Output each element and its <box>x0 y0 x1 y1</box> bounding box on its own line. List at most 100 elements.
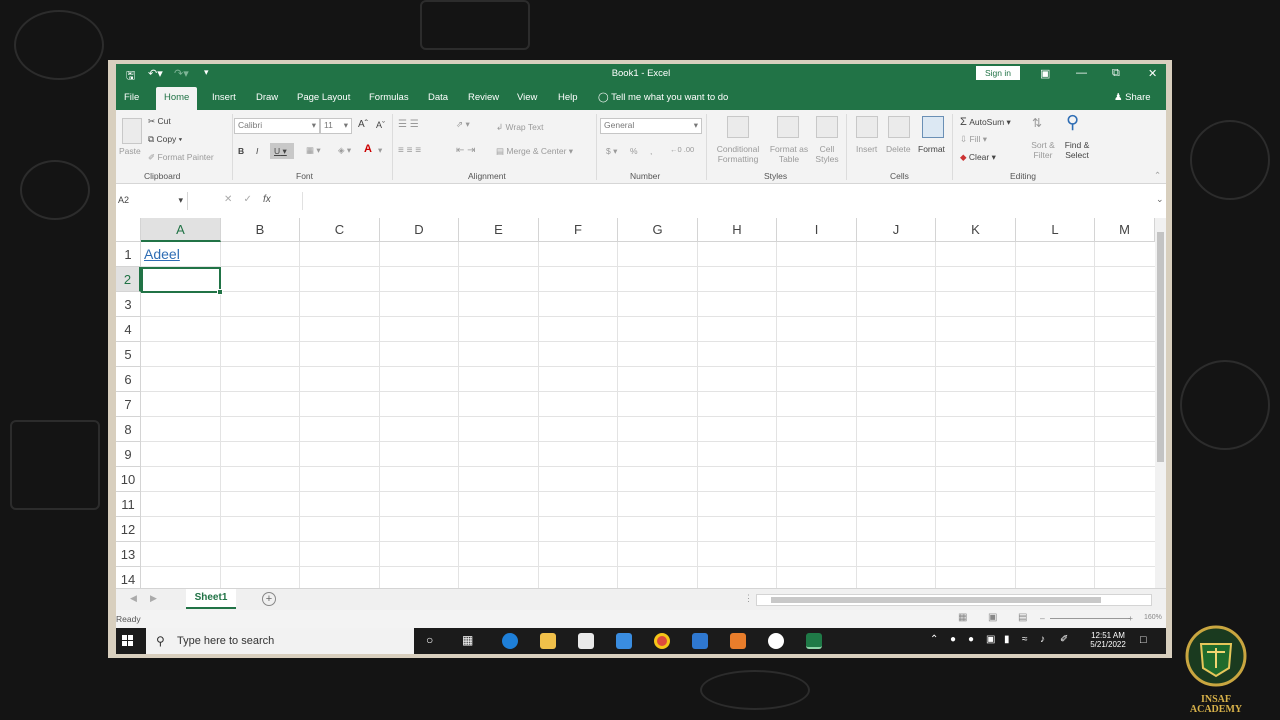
paste-icon[interactable] <box>122 118 142 144</box>
font-name-select[interactable]: Calibri ▾ <box>234 118 320 134</box>
row-header-8[interactable]: 8 <box>116 417 141 442</box>
font-color-dropdown-icon[interactable]: ▾ <box>378 145 382 156</box>
horizontal-scrollbar[interactable] <box>756 594 1152 606</box>
tab-page-layout[interactable]: Page Layout <box>297 92 350 103</box>
tray-icon[interactable]: ▣ <box>986 634 995 645</box>
copy-button[interactable]: ⧉ Copy ▾ <box>148 134 182 145</box>
notifications-icon[interactable]: □ <box>1140 634 1147 646</box>
paste-button[interactable]: Paste <box>119 146 141 156</box>
horizontal-scroll-thumb[interactable] <box>771 597 1101 603</box>
merge-center-button[interactable]: ▤ Merge & Center ▾ <box>496 146 573 157</box>
tab-insert[interactable]: Insert <box>212 92 236 103</box>
column-header-j[interactable]: J <box>857 218 936 242</box>
row-header-9[interactable]: 9 <box>116 442 141 467</box>
fill-handle[interactable] <box>217 289 223 295</box>
row-header-6[interactable]: 6 <box>116 367 141 392</box>
underline-button[interactable]: U ▾ <box>270 143 294 159</box>
zoom-level[interactable]: 160% <box>1144 614 1162 621</box>
cell-styles-icon[interactable] <box>816 116 838 138</box>
find-select-button[interactable]: Find & Select <box>1060 140 1094 160</box>
file-explorer-icon[interactable] <box>540 633 556 649</box>
increase-font-icon[interactable]: Aˆ <box>358 119 368 130</box>
tab-data[interactable]: Data <box>428 92 448 103</box>
format-cells-button[interactable]: Format <box>918 144 945 154</box>
edge-icon[interactable] <box>502 633 518 649</box>
add-sheet-icon[interactable]: + <box>262 592 276 606</box>
ribbon-display-options-icon[interactable]: ▣ <box>1040 67 1050 80</box>
column-header-f[interactable]: F <box>539 218 618 242</box>
collapse-ribbon-icon[interactable]: ⌃ <box>1154 170 1161 181</box>
row-header-1[interactable]: 1 <box>116 242 141 267</box>
delete-cells-button[interactable]: Delete <box>886 144 911 154</box>
vertical-scrollbar[interactable] <box>1155 218 1166 588</box>
row-header-2[interactable]: 2 <box>116 267 141 292</box>
insert-function-icon[interactable]: fx <box>263 194 271 205</box>
row-header-3[interactable]: 3 <box>116 292 141 317</box>
zoom-slider[interactable] <box>1050 618 1130 619</box>
format-cells-icon[interactable] <box>922 116 944 138</box>
chrome-icon[interactable] <box>654 633 670 649</box>
pen-icon[interactable]: ✐ <box>1060 634 1068 645</box>
formula-input[interactable] <box>302 192 1160 210</box>
comma-button[interactable]: , <box>650 146 652 156</box>
cut-button[interactable]: ✂ Cut <box>148 116 171 127</box>
tray-app-icon[interactable]: ● <box>950 634 956 645</box>
wifi-icon[interactable]: ≈ <box>1022 634 1028 645</box>
align-top-icon[interactable]: ☰ ☰ <box>398 119 419 130</box>
number-format-select[interactable]: General ▾ <box>600 118 702 134</box>
row-header-13[interactable]: 13 <box>116 542 141 567</box>
row-header-5[interactable]: 5 <box>116 342 141 367</box>
windows-start-icon[interactable] <box>122 635 134 647</box>
tab-view[interactable]: View <box>517 92 537 103</box>
format-painter-button[interactable]: ✐ Format Painter <box>148 152 214 163</box>
conditional-formatting-button[interactable]: Conditional Formatting <box>712 144 764 164</box>
column-header-a[interactable]: A <box>141 218 221 242</box>
clear-button[interactable]: ◆ Clear ▾ <box>960 152 996 163</box>
mail-icon[interactable] <box>616 633 632 649</box>
tab-formulas[interactable]: Formulas <box>369 92 409 103</box>
close-icon[interactable]: ✕ <box>1148 67 1157 80</box>
indent-icon[interactable]: ⇤ ⇥ <box>456 145 476 156</box>
normal-view-icon[interactable]: ▦ <box>958 612 967 623</box>
orientation-icon[interactable]: ⇗ ▾ <box>456 119 470 130</box>
task-view-icon[interactable]: ▦ <box>462 633 473 647</box>
name-box[interactable]: A2 ▾ <box>116 192 188 210</box>
column-header-g[interactable]: G <box>618 218 698 242</box>
select-all-corner[interactable] <box>116 218 141 242</box>
recorder-icon[interactable] <box>730 633 746 649</box>
tab-help[interactable]: Help <box>558 92 578 103</box>
battery-icon[interactable]: ▮ <box>1004 634 1010 645</box>
tray-overflow-icon[interactable]: ⌃ <box>930 634 938 645</box>
fill-button[interactable]: ⇩ Fill ▾ <box>960 134 987 145</box>
microphone-icon[interactable]: ● <box>968 634 974 645</box>
photos-icon[interactable] <box>692 633 708 649</box>
row-header-12[interactable]: 12 <box>116 517 141 542</box>
scroll-sheets-right-icon[interactable]: ▶ <box>150 593 157 604</box>
zoom-out-icon[interactable]: – <box>1040 613 1045 623</box>
minimize-icon[interactable]: — <box>1076 67 1087 79</box>
tab-home[interactable]: Home <box>156 87 198 110</box>
column-header-e[interactable]: E <box>459 218 539 242</box>
conditional-formatting-icon[interactable] <box>727 116 749 138</box>
restore-icon[interactable]: ⧉ <box>1112 67 1120 80</box>
zoom-in-icon[interactable]: + <box>1128 613 1133 623</box>
borders-icon[interactable]: ▦ ▾ <box>306 145 321 156</box>
column-header-d[interactable]: D <box>380 218 459 242</box>
delete-cells-icon[interactable] <box>888 116 910 138</box>
column-header-h[interactable]: H <box>698 218 777 242</box>
clock[interactable]: 12:51 AM 5/21/2022 <box>1078 631 1138 649</box>
percent-button[interactable]: % <box>630 146 638 156</box>
column-header-b[interactable]: B <box>221 218 300 242</box>
align-left-icon[interactable]: ≡ ≡ ≡ <box>398 145 421 156</box>
enter-icon[interactable]: ✓ <box>244 194 252 205</box>
autosum-button[interactable]: Σ AutoSum ▾ <box>960 116 1011 128</box>
row-header-7[interactable]: 7 <box>116 392 141 417</box>
decrease-font-icon[interactable]: Aˇ <box>376 120 385 130</box>
cancel-icon[interactable]: ✕ <box>224 194 232 205</box>
magnifier-icon[interactable]: ⚲ <box>1066 112 1079 133</box>
active-cell-a2[interactable] <box>141 267 223 295</box>
italic-button[interactable]: I <box>256 146 258 156</box>
row-header-10[interactable]: 10 <box>116 467 141 492</box>
fill-color-icon[interactable]: ◈ ▾ <box>338 145 351 156</box>
sort-filter-button[interactable]: Sort & Filter <box>1028 140 1058 160</box>
